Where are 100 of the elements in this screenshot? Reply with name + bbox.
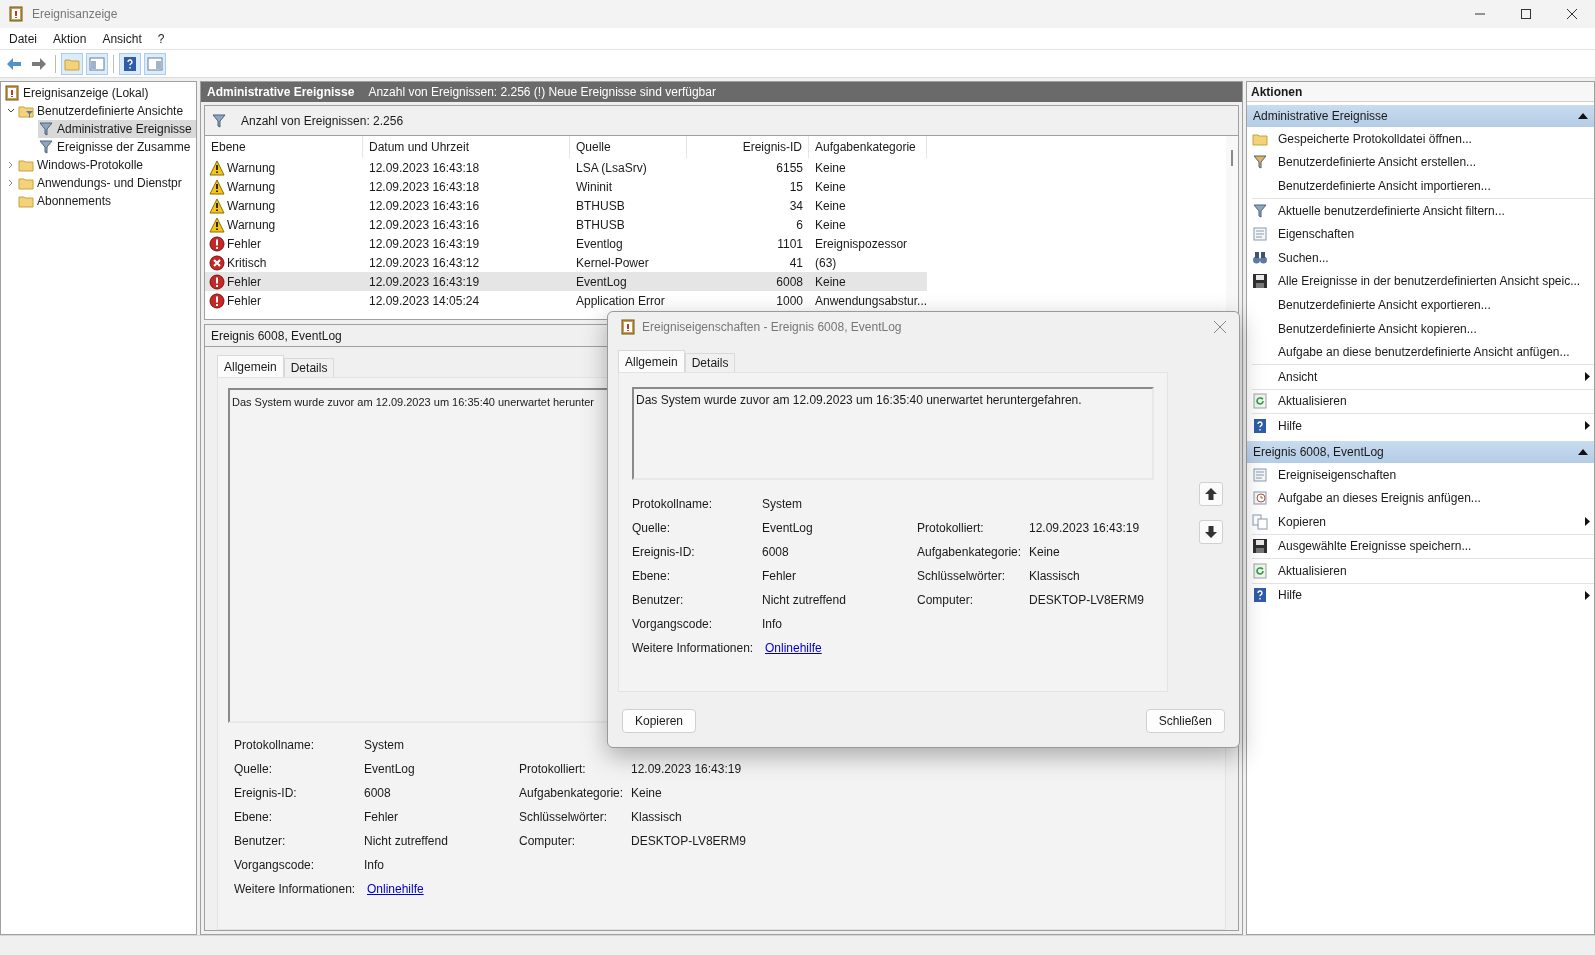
table-cell-text: Eventlog: [575, 235, 624, 253]
action-item[interactable]: Aufgabe an dieses Ereignis anfügen...: [1252, 486, 1594, 510]
event-row[interactable]: Fehler 12.09.2023 14:05:24 Application Error 1000 Anwendungsabstur...: [205, 291, 927, 310]
property-label: Weitere Informationen:: [234, 881, 357, 898]
chevron-right-icon[interactable]: [7, 179, 15, 187]
tab[interactable]: Details: [283, 358, 335, 377]
column-header[interactable]: Ereignis-ID: [687, 136, 809, 158]
action-item[interactable]: Benutzerdefinierte Ansicht kopieren...: [1252, 316, 1594, 341]
property-label: Ereignis-ID:: [234, 785, 298, 802]
section-header[interactable]: Ereignis 6008, EventLog: [1247, 440, 1594, 463]
help-icon: [1252, 417, 1268, 434]
next-event-button[interactable]: [1198, 520, 1223, 544]
event-row[interactable]: Fehler 12.09.2023 16:43:19 Eventlog 1101 Ereignispozessor: [205, 234, 927, 253]
property-value: DESKTOP-LV8ERM9: [1029, 592, 1144, 609]
table-cell-text: 12.09.2023 16:43:19: [368, 235, 481, 253]
event-row[interactable]: Warnung 12.09.2023 16:43:16 BTHUSB 34 Keine: [205, 196, 927, 215]
property-label: Computer:: [917, 592, 974, 609]
table-cell-text: 12.09.2023 16:43:18: [368, 159, 481, 177]
event-row[interactable]: Warnung 12.09.2023 16:43:18 LSA (LsaSrv) 6155 Keine: [205, 158, 927, 177]
tree-item[interactable]: Administrative Ereignisse: [38, 120, 196, 138]
column-header[interactable]: Quelle: [570, 136, 687, 158]
action-item[interactable]: Aktuelle benutzerdefinierte Ansicht filtern...: [1252, 198, 1594, 223]
property-value: 6008: [762, 544, 789, 561]
action-item[interactable]: Aktualisieren: [1252, 559, 1594, 583]
dialog-button[interactable]: Schließen: [1145, 709, 1225, 733]
chevron-right-icon[interactable]: [7, 161, 15, 169]
action-item[interactable]: Alle Ereignisse in der benutzerdefinierten Ansicht speic...: [1252, 269, 1594, 294]
table-cell-text: 6008: [775, 273, 804, 291]
menu-item[interactable]: Datei: [2, 28, 44, 49]
copy-icon: [1252, 513, 1268, 530]
table-cell-text: Wininit: [575, 178, 613, 196]
action-item[interactable]: Gespeicherte Protokolldatei öffnen...: [1252, 127, 1594, 151]
table-cell-text: 1000: [775, 292, 804, 310]
tab[interactable]: Details: [684, 353, 736, 372]
tab[interactable]: Allgemein: [618, 350, 685, 372]
action-item[interactable]: Benutzerdefinierte Ansicht exportieren...: [1252, 293, 1594, 317]
folder-icon: [18, 103, 34, 119]
tree-item[interactable]: Ereignisse der Zusamme: [38, 138, 195, 156]
property-value: System: [364, 737, 404, 754]
event-viewer-icon: [4, 85, 20, 101]
action-item[interactable]: Hilfe: [1252, 583, 1594, 608]
property-value: Keine: [631, 785, 662, 802]
table-cell-text: Keine: [814, 216, 847, 234]
level-text: Fehler: [227, 292, 261, 310]
level-text: Warnung: [227, 159, 276, 177]
help-link[interactable]: Onlinehilfe: [762, 639, 822, 657]
previous-event-button[interactable]: [1198, 482, 1223, 506]
level-text: Warnung: [227, 178, 276, 196]
event-row[interactable]: Warnung 12.09.2023 16:43:18 Wininit 15 Keine: [205, 177, 927, 196]
column-header[interactable]: Aufgabenkategorie: [809, 136, 927, 158]
chevron-down-icon[interactable]: [7, 107, 15, 115]
column-header[interactable]: Datum und Uhrzeit: [363, 136, 570, 158]
dialog-button[interactable]: Kopieren: [622, 709, 697, 733]
tree-item[interactable]: Ereignisanzeige (Lokal): [4, 84, 153, 102]
tree-item[interactable]: Benutzerdefinierte Ansichte: [18, 102, 188, 120]
action-item[interactable]: Aufgabe an diese benutzerdefinierte Ansicht anfügen...: [1252, 340, 1594, 364]
action-item[interactable]: Suchen...: [1252, 245, 1594, 270]
help-link[interactable]: Onlinehilfe: [364, 880, 424, 898]
action-item[interactable]: Ausgewählte Ereignisse speichern...: [1252, 534, 1594, 559]
event-row[interactable]: Kritisch 12.09.2023 16:43:12 Kernel-Power 41 (63): [205, 253, 927, 272]
table-cell-text: Ereignispozessor: [814, 235, 909, 253]
action-item[interactable]: Aktualisieren: [1252, 389, 1594, 414]
tab[interactable]: Allgemein: [217, 355, 284, 377]
action-item[interactable]: Benutzerdefinierte Ansicht erstellen...: [1252, 150, 1594, 175]
property-value: Klassisch: [631, 809, 682, 826]
close-icon: [1567, 9, 1577, 19]
table-cell-text: 34: [788, 197, 804, 215]
table-cell-text: Keine: [814, 197, 847, 215]
event-count-info: Anzahl von Ereignissen: 2.256 (!) Neue Ereignisse sind verfügbar: [368, 84, 716, 101]
action-item[interactable]: Ansicht: [1252, 364, 1594, 389]
menu-item[interactable]: Aktion: [46, 28, 94, 49]
property-label: Ebene:: [632, 568, 672, 585]
property-label: Protokollname:: [632, 496, 714, 513]
action-item[interactable]: Kopieren: [1252, 509, 1594, 534]
toolbar-button[interactable]: [119, 52, 141, 75]
section-header[interactable]: Administrative Ereignisse: [1247, 105, 1594, 127]
warning-icon: [209, 159, 225, 176]
property-label: Weitere Informationen:: [632, 640, 755, 657]
column-header[interactable]: Ebene: [205, 136, 363, 158]
menu-item[interactable]: ?: [150, 28, 172, 49]
event-row[interactable]: Fehler 12.09.2023 16:43:19 EventLog 6008 Keine: [205, 272, 927, 291]
filter-summary: Anzahl von Ereignissen: 2.256: [241, 112, 404, 130]
level-text: Fehler: [227, 235, 261, 253]
folder-icon: [18, 175, 34, 191]
menu-item[interactable]: Ansicht: [95, 28, 149, 49]
action-item[interactable]: Hilfe: [1252, 414, 1594, 438]
tree-item[interactable]: Abonnements: [18, 192, 116, 210]
tree-item[interactable]: Windows-Protokolle: [18, 156, 148, 174]
action-item[interactable]: Ereigniseigenschaften: [1252, 462, 1594, 487]
action-item[interactable]: Benutzerdefinierte Ansicht importieren...: [1252, 174, 1594, 198]
action-item[interactable]: Eigenschaften: [1252, 222, 1594, 246]
table-cell-text: 12.09.2023 16:43:19: [368, 273, 481, 291]
table-cell-text: EventLog: [575, 273, 628, 291]
event-viewer-icon: [620, 319, 636, 335]
binoculars-icon: [1252, 249, 1268, 266]
warning-icon: [209, 216, 225, 233]
event-row[interactable]: Warnung 12.09.2023 16:43:16 BTHUSB 6 Keine: [205, 215, 927, 234]
event-viewer-icon: [8, 6, 24, 22]
event-description: Das System wurde zuvor am 12.09.2023 um 16:35:40 unerwartet herunter: [232, 396, 594, 408]
tree-item[interactable]: Anwendungs- und Dienstpr: [18, 174, 186, 192]
